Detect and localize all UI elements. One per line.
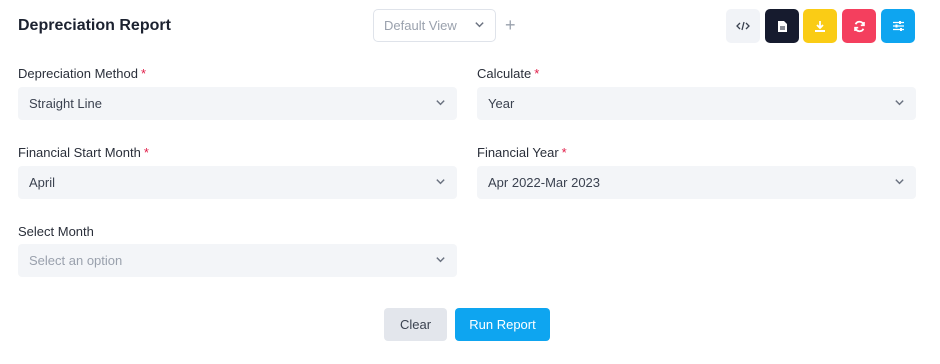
required-mark: * bbox=[561, 145, 567, 160]
calculate-select[interactable]: Year bbox=[477, 87, 916, 120]
download-icon bbox=[814, 20, 826, 33]
filter-settings-button[interactable] bbox=[881, 9, 915, 43]
calculate-label: Calculate * bbox=[477, 66, 539, 81]
pdf-export-button[interactable] bbox=[765, 9, 799, 43]
download-button[interactable] bbox=[803, 9, 837, 43]
select-month-select[interactable]: Select an option bbox=[18, 244, 457, 277]
chevron-down-icon bbox=[435, 253, 446, 268]
required-mark: * bbox=[140, 66, 147, 81]
run-report-button[interactable]: Run Report bbox=[455, 308, 550, 341]
calculate-label-text: Calculate bbox=[477, 66, 532, 81]
required-mark: * bbox=[143, 145, 149, 160]
chevron-down-icon bbox=[894, 175, 905, 190]
required-mark: * bbox=[534, 66, 540, 81]
select-month-placeholder: Select an option bbox=[29, 253, 123, 268]
select-month-label: Select Month bbox=[18, 224, 94, 239]
sliders-icon bbox=[892, 20, 905, 32]
depreciation-method-label-text: Depreciation Method bbox=[18, 66, 138, 81]
depreciation-method-select[interactable]: Straight Line bbox=[18, 87, 457, 120]
depreciation-method-label: Depreciation Method * bbox=[18, 66, 146, 81]
financial-year-label-text: Financial Year bbox=[477, 145, 559, 160]
refresh-icon bbox=[853, 20, 866, 33]
financial-year-select[interactable]: Apr 2022-Mar 2023 bbox=[477, 166, 916, 199]
depreciation-method-value: Straight Line bbox=[29, 96, 102, 111]
view-select[interactable]: Default View bbox=[373, 9, 496, 42]
add-view-button[interactable]: + bbox=[505, 16, 516, 34]
chevron-down-icon bbox=[435, 96, 446, 111]
view-select-value: Default View bbox=[384, 18, 457, 33]
financial-start-month-value: April bbox=[29, 175, 56, 190]
chevron-down-icon bbox=[435, 175, 446, 190]
financial-year-value: Apr 2022-Mar 2023 bbox=[488, 175, 601, 190]
chevron-down-icon bbox=[894, 96, 905, 111]
code-view-button[interactable] bbox=[726, 9, 760, 43]
chevron-down-icon bbox=[474, 18, 485, 33]
calculate-value: Year bbox=[488, 96, 515, 111]
document-icon bbox=[777, 20, 788, 33]
financial-start-month-select[interactable]: April bbox=[18, 166, 457, 199]
clear-button[interactable]: Clear bbox=[384, 308, 447, 341]
financial-year-label: Financial Year * bbox=[477, 145, 567, 160]
financial-start-month-label: Financial Start Month * bbox=[18, 145, 149, 160]
page-title: Depreciation Report bbox=[18, 17, 171, 34]
refresh-button[interactable] bbox=[842, 9, 876, 43]
financial-start-month-label-text: Financial Start Month bbox=[18, 145, 141, 160]
code-icon bbox=[736, 20, 750, 32]
